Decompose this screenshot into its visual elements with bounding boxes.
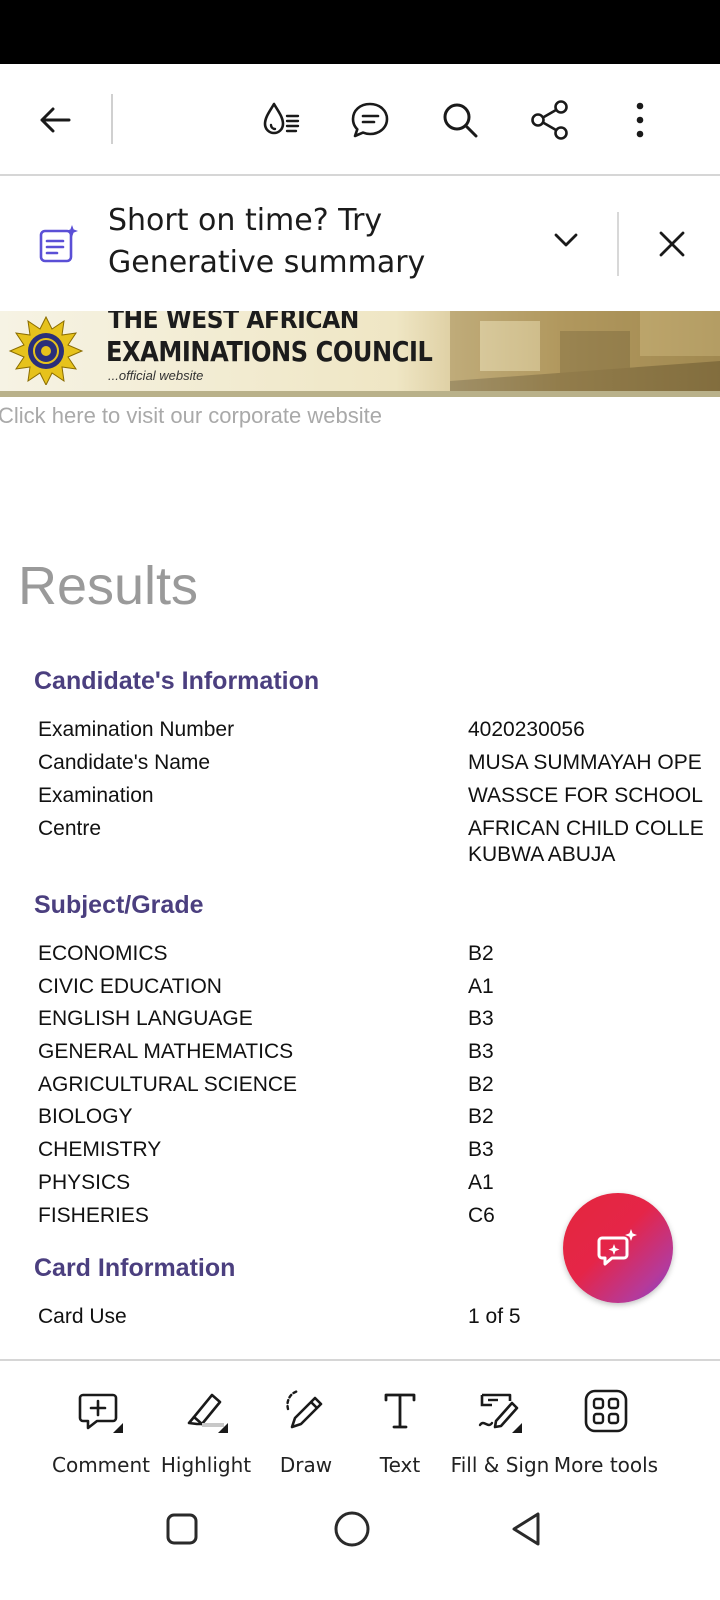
subject-grade: B3 [468, 1138, 494, 1161]
info-label: Examination [38, 784, 154, 807]
info-value: AFRICAN CHILD COLLE [468, 817, 704, 840]
back-button[interactable] [27, 92, 83, 148]
system-navigation-bar [0, 1481, 720, 1600]
tool-label: More tools [553, 1453, 659, 1477]
square-recents-icon [166, 1513, 198, 1545]
tool-label: Text [379, 1453, 421, 1477]
info-label: Examination Number [38, 718, 235, 741]
subject-name: ENGLISH LANGUAGE [38, 1007, 253, 1030]
close-icon[interactable] [652, 224, 692, 264]
pencil-draw-icon [286, 1389, 323, 1429]
results-heading: Results [18, 556, 199, 616]
recent-apps-button[interactable] [152, 1499, 212, 1559]
chevron-down-icon[interactable] [548, 222, 584, 258]
highlighter-icon [187, 1393, 228, 1433]
search-icon [443, 103, 478, 138]
tool-text[interactable]: Text [345, 1361, 455, 1481]
tool-label: Highlight [160, 1453, 252, 1477]
search-button[interactable] [432, 92, 488, 148]
comment-bubble-icon [351, 102, 389, 138]
subject-grade: B3 [468, 1040, 494, 1063]
tool-highlight[interactable]: Highlight [151, 1361, 261, 1481]
comment-plus-icon [78, 1393, 123, 1433]
corporate-website-link[interactable]: Click here to visit our corporate websit… [0, 403, 382, 429]
ai-assistant-icon [597, 1229, 637, 1266]
tool-label: Comment [52, 1453, 150, 1477]
subject-name: GENERAL MATHEMATICS [38, 1040, 294, 1063]
triangle-back-icon [512, 1512, 540, 1546]
waec-title-line1: THE WEST AFRICAN [108, 311, 359, 335]
info-label: Candidate's Name [38, 751, 211, 774]
comments-button[interactable] [342, 92, 398, 148]
more-options-button[interactable] [612, 92, 668, 148]
waec-seal-logo [8, 315, 84, 385]
info-label: Card Use [38, 1305, 127, 1328]
toolbar-divider [111, 94, 113, 144]
subject-name: CHEMISTRY [38, 1138, 162, 1161]
subject-name: FISHERIES [38, 1204, 149, 1227]
grid-icon [584, 1389, 628, 1433]
liquid-mode-button[interactable] [252, 92, 308, 148]
top-toolbar [0, 64, 720, 176]
subject-grade: A1 [468, 1171, 494, 1194]
card-info-heading: Card Information [34, 1254, 236, 1282]
subject-grade: B2 [468, 942, 494, 965]
generative-summary-text[interactable]: Short on time? Try Generative summary [108, 200, 548, 284]
home-button[interactable] [322, 1499, 382, 1559]
subject-name: PHYSICS [38, 1171, 131, 1194]
ai-assistant-button[interactable] [563, 1193, 673, 1303]
waec-subtitle: ...official website [108, 368, 204, 383]
subject-grade: B2 [468, 1073, 494, 1096]
tool-label: Fill & Sign [450, 1453, 550, 1477]
info-value: MUSA SUMMAYAH OPE [468, 751, 702, 774]
back-arrow-icon [40, 107, 71, 133]
tool-fill-sign[interactable]: Fill & Sign [445, 1361, 555, 1481]
subject-grade: A1 [468, 975, 494, 998]
subject-name: ECONOMICS [38, 942, 168, 965]
share-button[interactable] [522, 92, 578, 148]
bottom-tools-toolbar: Comment Highlight Draw Text Fill & Sign … [0, 1361, 720, 1481]
subject-name: AGRICULTURAL SCIENCE [38, 1073, 298, 1096]
info-value-line2: KUBWA ABUJA [468, 843, 616, 866]
circle-home-icon [334, 1511, 370, 1547]
status-bar [0, 0, 720, 64]
subject-grade: B3 [468, 1007, 494, 1030]
banner-photo [450, 311, 720, 391]
subject-grade: B2 [468, 1105, 494, 1128]
candidate-info-heading: Candidate's Information [34, 667, 320, 695]
banner-divider [617, 212, 619, 276]
subject-grade: C6 [468, 1204, 495, 1227]
subject-name: BIOLOGY [38, 1105, 133, 1128]
text-t-icon [384, 1393, 416, 1429]
ai-summary-icon [39, 225, 78, 263]
share-icon [531, 100, 568, 140]
waec-header-banner: THE WEST AFRICAN EXAMINATIONS COUNCIL ..… [0, 311, 720, 397]
waec-title-line2: EXAMINATIONS COUNCIL [106, 335, 433, 368]
tool-more-tools[interactable]: More tools [551, 1361, 661, 1481]
info-value: WASSCE FOR SCHOOL [468, 784, 703, 807]
subject-name: CIVIC EDUCATION [38, 975, 222, 998]
subject-grade-heading: Subject/Grade [34, 891, 204, 919]
tool-comment[interactable]: Comment [46, 1361, 156, 1481]
info-value: 4020230056 [468, 718, 585, 741]
info-label: Centre [38, 817, 102, 840]
system-back-button[interactable] [496, 1499, 556, 1559]
fill-sign-icon [478, 1393, 522, 1433]
liquid-mode-icon [263, 102, 300, 135]
vertical-dots-icon [636, 102, 644, 138]
info-value: 1 of 5 [468, 1305, 521, 1328]
